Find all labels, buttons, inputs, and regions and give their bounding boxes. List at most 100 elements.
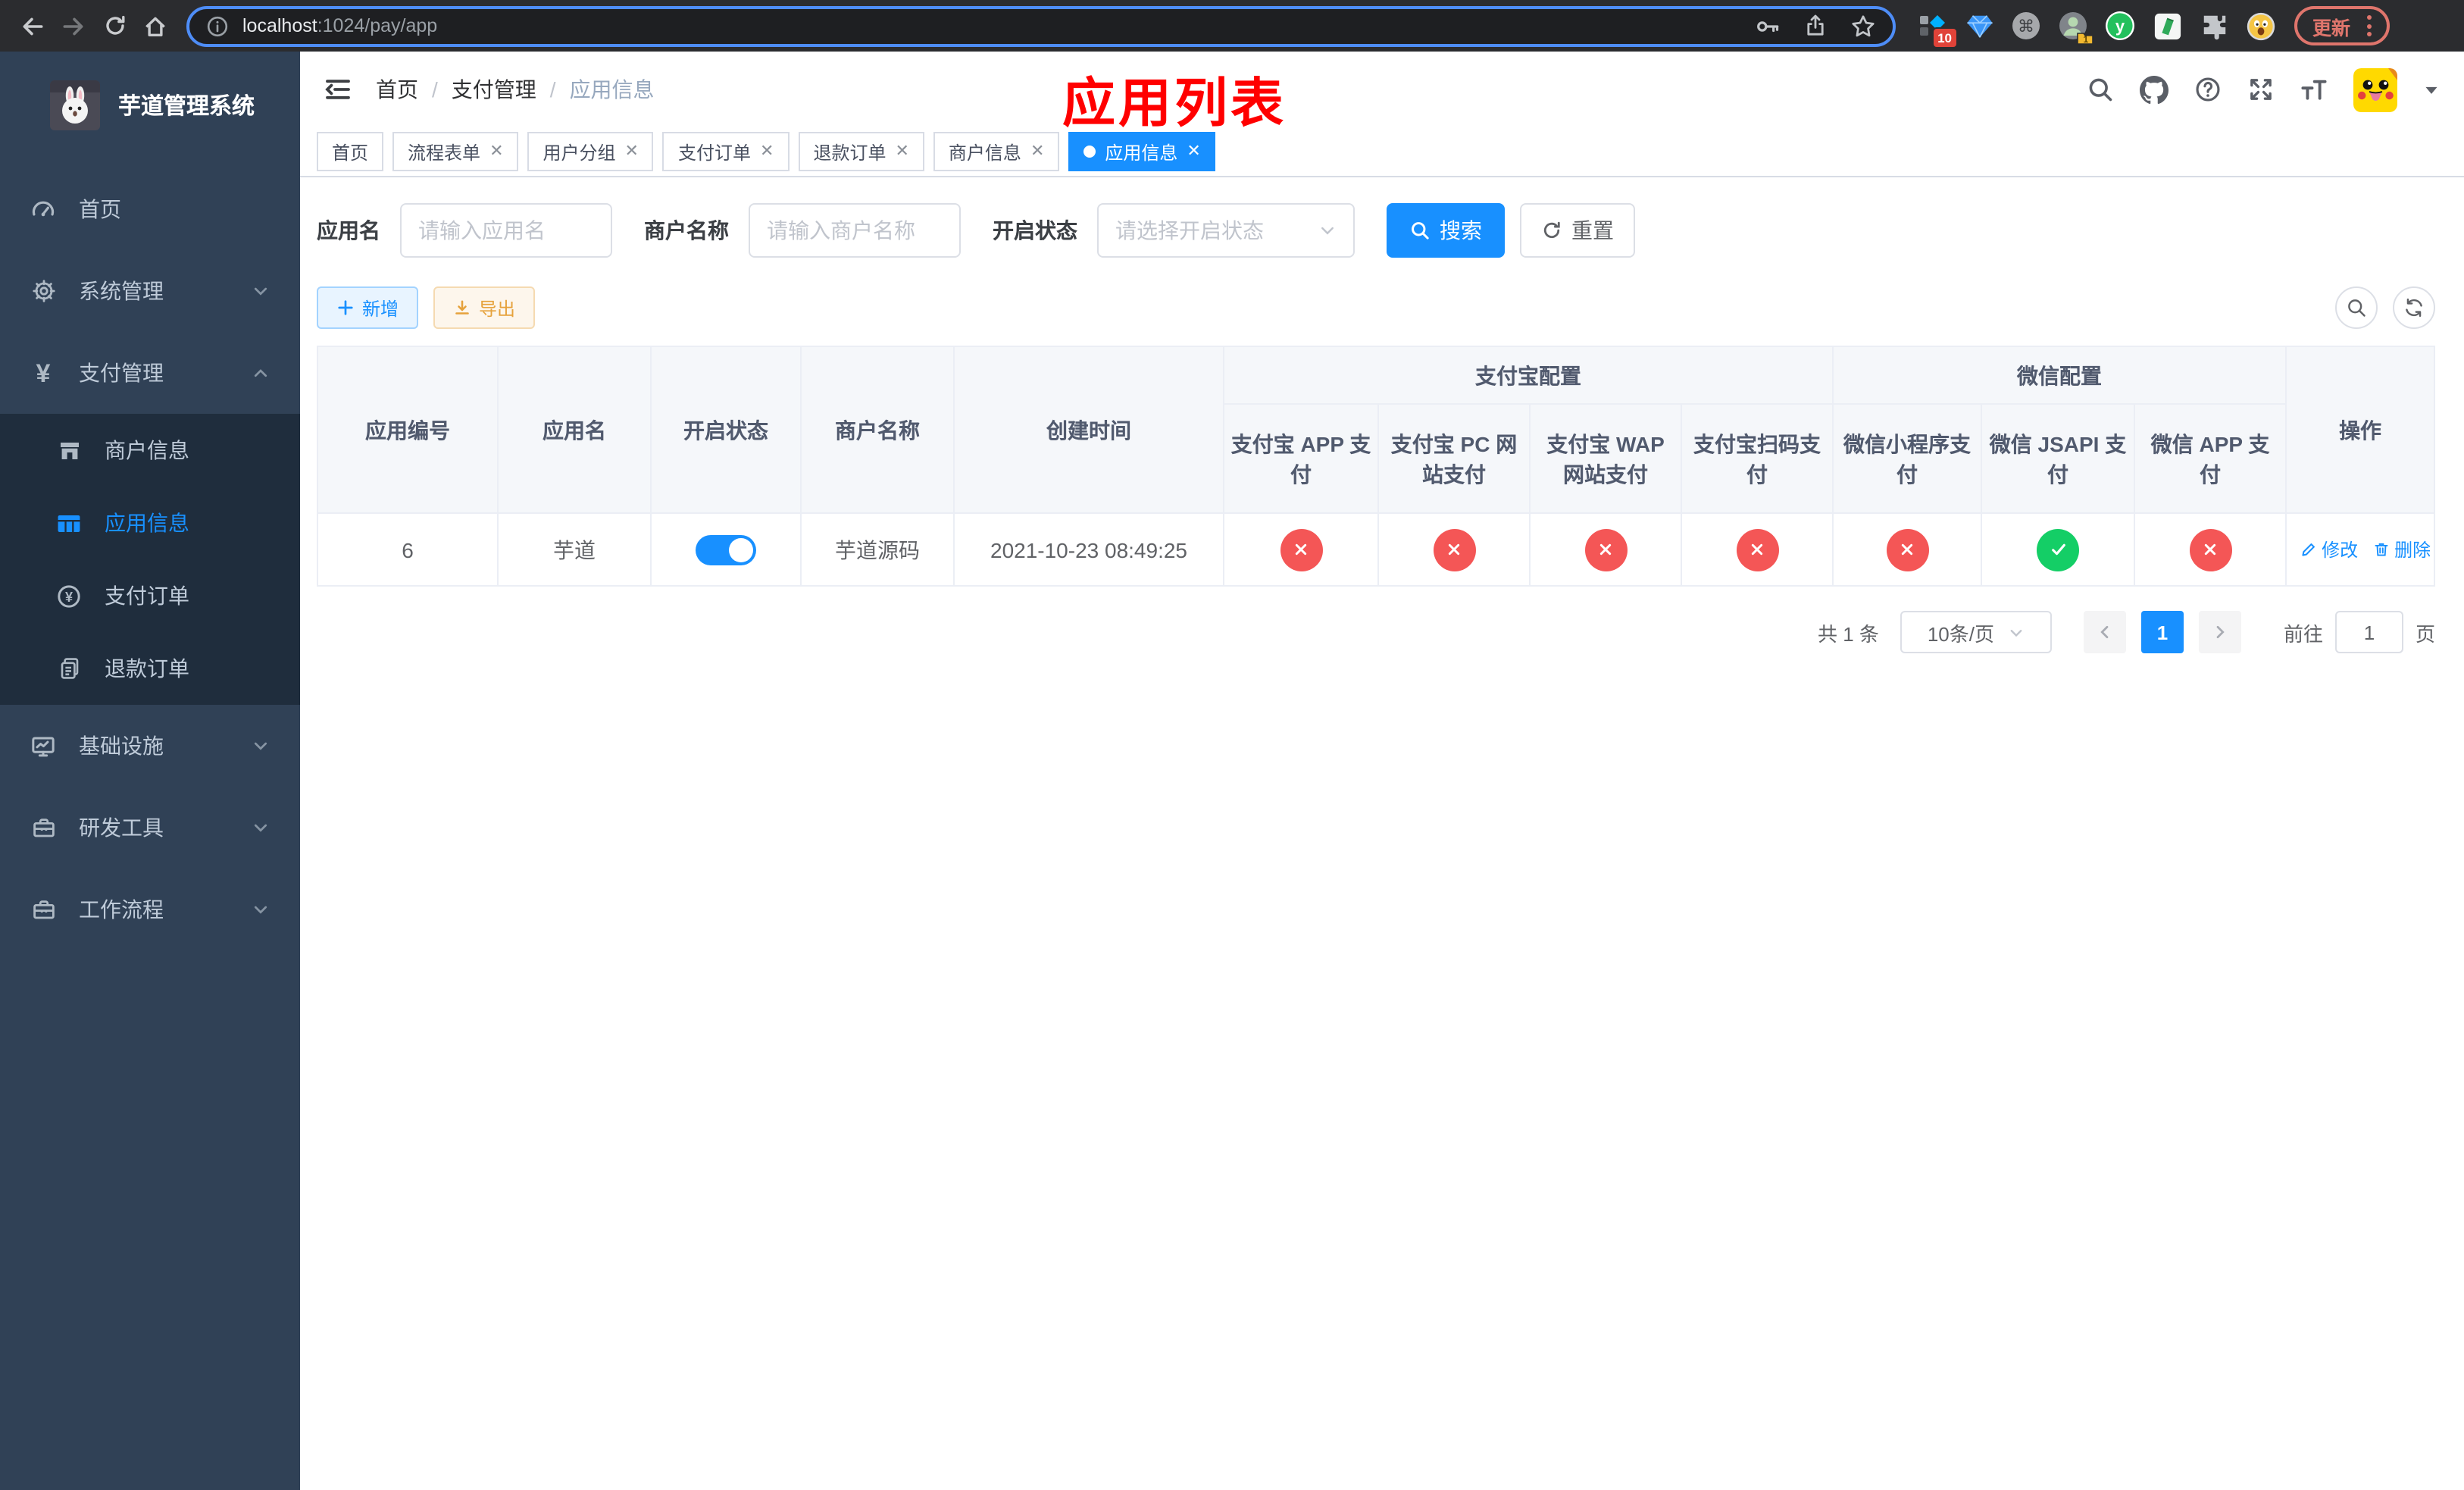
tag-process-form[interactable]: 流程表单 ✕ [392,132,519,171]
extension-gem-icon[interactable] [1964,11,1994,41]
sidebar: 芋道管理系统 首页 系统管理 ¥ 支付管理 商户信息 应用信息 ¥ 支付订单 退… [0,52,300,1490]
app-name-field[interactable] [400,203,612,258]
update-label: 更新 [2312,17,2351,39]
sidebar-collapse-icon[interactable] [324,76,352,103]
sidebar-item-home[interactable]: 首页 [0,168,300,250]
browser-profile-avatar[interactable] [2246,11,2276,41]
main-area: 首页 / 支付管理 / 应用信息 应用列表 首页 流程表单 ✕ 用户分组 ✕ 支… [300,52,2464,1490]
extensions-puzzle-icon[interactable] [2199,11,2229,41]
yen-circle-icon: ¥ [56,583,82,609]
status-select[interactable]: 请选择开启状态 [1097,203,1355,258]
table-grid-icon [56,510,82,536]
extension-green-book-icon[interactable] [2152,11,2182,41]
browser-home-icon[interactable] [135,5,176,46]
sidebar-item-app-info[interactable]: 应用信息 [0,487,300,559]
font-size-icon[interactable] [2300,76,2328,103]
sidebar-item-system[interactable]: 系统管理 [0,250,300,332]
goto-page-input[interactable] [2334,611,2403,653]
prev-page-button[interactable] [2083,611,2126,653]
pencil-icon [2302,543,2315,556]
tag-refund-orders[interactable]: 退款订单 ✕ [798,132,924,171]
app-logo-row[interactable]: 芋道管理系统 [0,52,300,132]
documents-icon [56,656,82,681]
toggle-search-button[interactable] [2335,286,2378,329]
extension-profile-folder-icon[interactable]: 1 [2058,11,2093,45]
pagination: 共 1 条 10条/页 1 前往 页 [317,611,2435,653]
wechat-mini-status-badge [1886,528,1928,571]
browser-update-button[interactable]: 更新 [2294,6,2391,45]
share-icon[interactable] [1803,14,1828,38]
sidebar-item-infrastructure[interactable]: 基础设施 [0,705,300,787]
help-icon[interactable] [2194,76,2222,103]
chevron-down-icon [252,819,270,837]
browser-forward-icon[interactable] [53,5,94,46]
browser-menu-kebab-icon[interactable] [2367,15,2372,36]
close-icon: ✕ [1187,142,1201,160]
sidebar-item-workflow[interactable]: 工作流程 [0,869,300,950]
page-size-select[interactable]: 10条/页 [1900,611,2052,653]
status-label: 开启状态 [993,218,1077,243]
breadcrumb-home[interactable]: 首页 [376,74,418,105]
export-button[interactable]: 导出 [433,286,536,329]
app-title: 芋道管理系统 [118,94,255,120]
tag-pay-orders[interactable]: 支付订单 ✕ [662,132,790,171]
github-icon[interactable] [2140,75,2169,104]
chevron-down-icon[interactable] [2423,81,2440,98]
breadcrumb: 首页 / 支付管理 / 应用信息 [376,74,655,105]
search-button[interactable]: 搜索 [1387,203,1505,258]
svg-text:⌘: ⌘ [2018,17,2034,36]
profile-badge: 1 [2083,34,2088,45]
col-wechat-app: 微信 APP 支付 [2133,403,2287,514]
address-bar[interactable]: localhost:1024/pay/app [186,5,1896,46]
sidebar-item-pay-orders[interactable]: ¥ 支付订单 [0,559,300,632]
merchant-name-field[interactable] [749,203,961,258]
tag-merchant-info[interactable]: 商户信息 ✕ [933,132,1060,171]
extension-workona-icon[interactable]: 10 [1917,11,1958,49]
page-unit-label: 页 [2415,622,2435,645]
extension-command-icon[interactable]: ⌘ [2011,11,2041,41]
table-toolbar: 新增 导出 [317,286,2435,329]
bookmark-star-icon[interactable] [1850,13,1876,39]
chevron-down-icon [252,737,270,755]
cell-created: 2021-10-23 08:49:25 [953,512,1224,587]
browser-reload-icon[interactable] [94,5,135,46]
sidebar-item-payment[interactable]: ¥ 支付管理 [0,332,300,414]
cell-app-id: 6 [317,512,499,587]
close-icon: ✕ [895,142,909,160]
password-key-icon[interactable] [1755,13,1781,39]
current-page-button[interactable]: 1 [2140,611,2184,653]
browser-back-icon[interactable] [12,5,53,46]
user-avatar[interactable] [2353,67,2397,111]
reset-button[interactable]: 重置 [1520,203,1635,258]
delete-button[interactable]: 删除 [2373,537,2431,562]
trash-icon [2375,543,2388,556]
svg-text:y: y [2115,17,2125,36]
fullscreen-icon[interactable] [2247,76,2275,103]
close-icon: ✕ [489,142,504,160]
sidebar-item-dev-tools[interactable]: 研发工具 [0,787,300,869]
sidebar-item-merchant-info[interactable]: 商户信息 [0,414,300,487]
yen-icon: ¥ [36,358,51,387]
edit-button[interactable]: 修改 [2300,537,2358,562]
tag-user-group[interactable]: 用户分组 ✕ [527,132,654,171]
chevron-down-icon [252,900,270,919]
merchant-name-label: 商户名称 [644,218,729,243]
sidebar-item-refund-orders[interactable]: 退款订单 [0,632,300,705]
search-icon[interactable] [2087,76,2114,103]
status-toggle[interactable] [696,534,756,565]
extensions-row: 10 ⌘ 1 y [1917,11,2276,49]
tag-home[interactable]: 首页✕ [317,132,384,171]
dashboard-gauge-icon [30,196,56,222]
breadcrumb-payment[interactable]: 支付管理 [452,74,536,105]
group-wechat-config: 微信配置 [1831,346,2287,405]
shop-icon [56,438,82,462]
briefcase-icon [30,897,56,922]
add-button[interactable]: 新增 [317,286,419,329]
next-page-button[interactable] [2198,611,2241,653]
extension-green-y-icon[interactable]: y [2105,11,2135,41]
group-alipay-config: 支付宝配置 [1223,346,1834,405]
total-count: 共 1 条 [1818,622,1879,645]
extension-badge: 10 [1931,27,1958,49]
site-info-icon[interactable] [206,14,229,37]
refresh-button[interactable] [2393,286,2435,329]
